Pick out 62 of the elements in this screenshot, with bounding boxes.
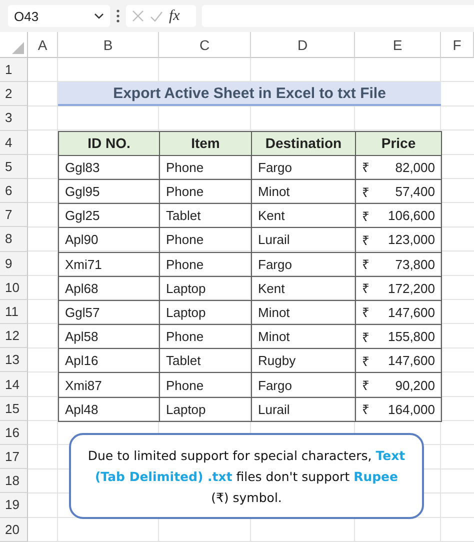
table-cell: Apl48 xyxy=(58,396,160,422)
checkmark-icon[interactable] xyxy=(150,10,163,22)
column-header[interactable]: E xyxy=(355,32,441,58)
row-header[interactable]: 7 xyxy=(0,203,28,228)
row-header[interactable]: 13 xyxy=(0,348,28,372)
row-header[interactable]: 4 xyxy=(0,130,28,155)
table-header-cell: Item xyxy=(159,130,252,156)
currency-symbol: ₹ xyxy=(362,256,369,274)
row-header[interactable]: 12 xyxy=(0,324,28,348)
column-header[interactable]: C xyxy=(159,32,251,58)
currency-symbol: ₹ xyxy=(362,328,369,346)
row-header[interactable]: 20 xyxy=(0,518,28,542)
currency-symbol: ₹ xyxy=(362,352,369,370)
row-header[interactable]: 3 xyxy=(0,106,28,131)
currency-symbol: ₹ xyxy=(362,377,369,394)
table-header-cell: Destination xyxy=(251,130,356,156)
chevron-down-icon[interactable] xyxy=(94,13,104,19)
column-header[interactable]: B xyxy=(58,32,159,58)
price-amount: 123,000 xyxy=(388,232,435,248)
currency-symbol: ₹ xyxy=(362,401,369,418)
price-amount: 164,000 xyxy=(388,402,435,417)
column-header[interactable]: D xyxy=(251,32,355,58)
row-header[interactable]: 5 xyxy=(0,154,28,179)
price-amount: 155,800 xyxy=(388,329,435,344)
row-header[interactable]: 1 xyxy=(0,58,28,82)
currency-symbol: ₹ xyxy=(362,304,369,322)
currency-symbol: ₹ xyxy=(362,232,369,249)
row-header[interactable]: 2 xyxy=(0,82,28,106)
price-amount: 106,600 xyxy=(388,208,435,224)
note-text: Due to limited support for special characters, Text (Tab Delimited) .txt files don't support Rupee (₹) symbol. xyxy=(86,446,406,507)
select-all-icon[interactable] xyxy=(12,42,24,54)
row-header[interactable]: 17 xyxy=(0,445,28,470)
price-amount: 172,200 xyxy=(388,280,435,296)
row-header[interactable]: 16 xyxy=(0,420,28,445)
currency-symbol: ₹ xyxy=(362,280,369,298)
price-amount: 147,600 xyxy=(388,304,435,320)
row-header[interactable]: 10 xyxy=(0,276,28,300)
name-box[interactable]: O43 xyxy=(8,5,110,27)
row-header[interactable]: 9 xyxy=(0,252,28,276)
currency-symbol: ₹ xyxy=(362,208,369,225)
insert-function-button[interactable]: fx xyxy=(169,8,180,24)
currency-symbol: ₹ xyxy=(362,159,369,176)
price-amount: 73,800 xyxy=(395,256,435,272)
table-header-cell: ID NO. xyxy=(58,130,160,156)
row-header[interactable]: 14 xyxy=(0,372,28,397)
table-header-cell: Price xyxy=(355,130,442,156)
cancel-icon[interactable] xyxy=(132,10,144,22)
price-amount: 147,600 xyxy=(388,353,435,368)
currency-symbol: ₹ xyxy=(362,184,369,201)
price-amount: 90,200 xyxy=(395,378,435,393)
row-header[interactable]: 18 xyxy=(0,469,28,494)
more-options-icon[interactable] xyxy=(116,9,120,23)
column-header[interactable]: F xyxy=(441,32,474,58)
row-header[interactable]: 8 xyxy=(0,227,28,252)
column-header[interactable]: A xyxy=(28,32,58,58)
row-header[interactable]: 11 xyxy=(0,300,28,324)
row-header[interactable]: 15 xyxy=(0,396,28,421)
sheet-title: Export Active Sheet in Excel to txt File xyxy=(58,82,441,106)
row-header[interactable]: 19 xyxy=(0,493,28,518)
row-header[interactable]: 6 xyxy=(0,178,28,204)
price-amount: 82,000 xyxy=(395,160,435,175)
price-amount: 57,400 xyxy=(395,184,435,200)
